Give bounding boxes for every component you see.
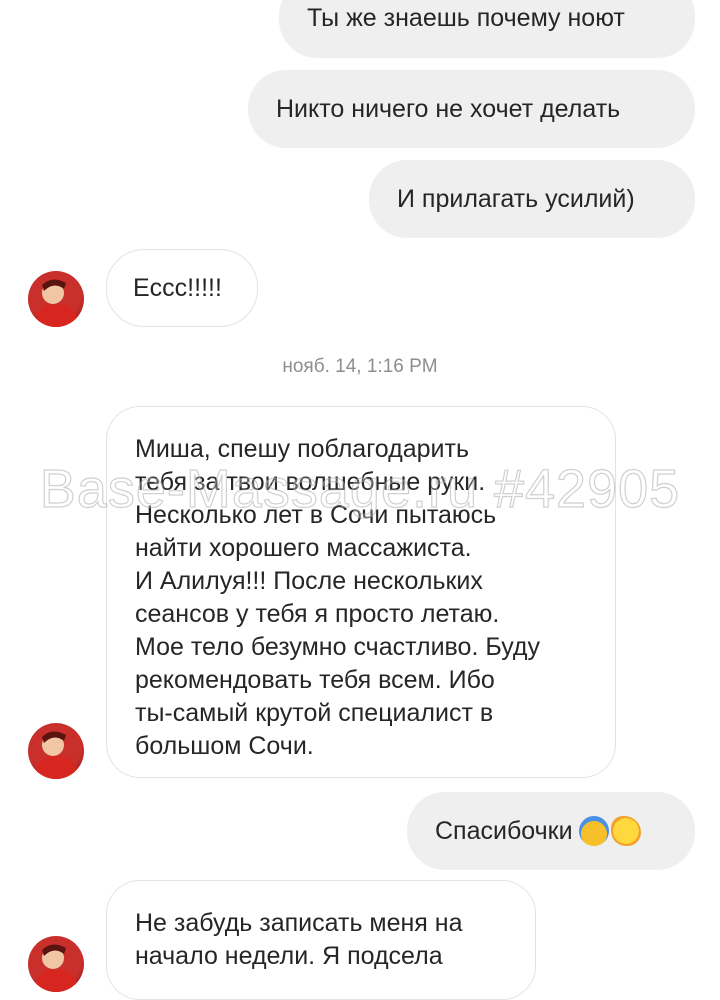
message-bubble-outgoing[interactable]: Никто ничего не хочет делать [248,70,695,148]
message-line: рекомендовать тебя всем. Ибо [135,666,495,694]
message-bubble-incoming[interactable]: Миша, спешу поблагодарить тебя за твои в… [106,406,616,778]
message-text: Ты же знаешь почему ноют [307,3,625,32]
sender-avatar[interactable] [28,936,84,992]
message-text: Спасибочки [435,816,573,845]
avatar-photo [34,731,80,779]
message-line: начало недели. Я подсела [135,942,443,970]
message-line: Несколько лет в Сочи пытаюсь [135,501,497,529]
message-bubble-incoming[interactable]: Еccc!!!!! [106,249,258,327]
message-line: найти хорошего массажиста. [135,534,472,562]
scared-face-emoji [578,816,609,846]
message-line: Не забудь записать меня на [135,909,463,937]
avatar-photo [34,279,80,327]
message-bubble-outgoing[interactable]: Спасибочки [407,792,695,870]
chick-emoji [610,816,641,846]
message-line: И Алилуя!!! После нескольких [135,567,483,595]
message-line: ты-самый крутой специалист в [135,699,494,727]
message-text: И прилагать усилий) [397,184,635,213]
message-bubble-outgoing[interactable]: Ты же знаешь почему ноют [279,0,695,58]
message-line: большом Сочи. [135,732,314,760]
message-text: Никто ничего не хочет делать [276,94,621,123]
sender-avatar[interactable] [28,271,84,327]
message-line: Мое тело безумно счастливо. Буду [135,633,540,661]
message-text: Еccc!!!!! [133,273,222,302]
message-line: тебя за твои волшебные руки. [135,468,486,496]
message-bubble-incoming[interactable]: Не забудь записать меня на начало недели… [106,880,536,1000]
message-bubble-outgoing[interactable]: И прилагать усилий) [369,160,695,238]
timestamp: нояб. 14, 1:16 PM [282,356,438,377]
message-line: сеансов у тебя я просто летаю. [135,600,500,628]
message-line: Миша, спешу поблагодарить [135,435,469,463]
sender-avatar[interactable] [28,723,84,779]
avatar-photo [34,944,80,992]
